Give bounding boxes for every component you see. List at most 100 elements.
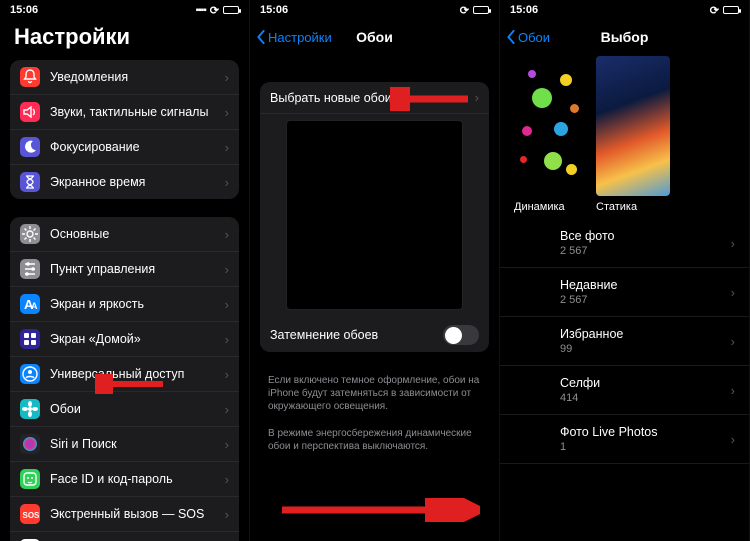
settings-panel: 15:06 ▪▪▪▪ ⟳ Настройки Уведомления›Звуки…	[0, 0, 250, 541]
status-bar: 15:06 ▪▪▪▪ ⟳	[0, 0, 249, 18]
settings-row-accessibility[interactable]: Универсальный доступ ›	[10, 357, 239, 392]
svg-text:SOS: SOS	[23, 511, 41, 520]
wallpaper-categories: Динамика Статика	[500, 56, 749, 219]
chevron-right-icon: ›	[225, 437, 229, 452]
album-label: Селфи	[560, 376, 600, 390]
settings-row-focus[interactable]: Фокусирование ›	[10, 130, 239, 165]
row-label: Фокусирование	[50, 140, 221, 154]
dynamic-card[interactable]: Динамика	[514, 56, 588, 213]
settings-row-notifications[interactable]: Уведомления›	[10, 60, 239, 95]
chevron-right-icon: ›	[225, 507, 229, 522]
album-row-all[interactable]: Все фото2 567›	[500, 219, 749, 268]
still-thumb	[596, 56, 670, 196]
link-icon: ⟳	[460, 4, 469, 17]
page-title: Настройки	[0, 18, 249, 60]
chevron-right-icon: ›	[225, 262, 229, 277]
choose-new-wallpaper[interactable]: Выбрать новые обои ›	[260, 82, 489, 114]
row-label: Siri и Поиск	[50, 437, 221, 451]
row-label: Обои	[50, 402, 221, 416]
chevron-right-icon: ›	[225, 332, 229, 347]
row-label: Уведомления	[50, 70, 221, 84]
row-label: Основные	[50, 227, 221, 241]
link-icon: ⟳	[210, 4, 219, 17]
chevron-right-icon: ›	[225, 402, 229, 417]
album-count: 2 567	[560, 294, 617, 306]
control-center-icon	[20, 259, 40, 279]
still-card[interactable]: Статика	[596, 56, 670, 213]
settings-row-wallpaper[interactable]: Обои ›	[10, 392, 239, 427]
album-label: Избранное	[560, 327, 623, 341]
siri-icon	[20, 434, 40, 454]
row-label: Экран «Домой»	[50, 332, 221, 346]
album-row-live[interactable]: Фото Live Photos 1 ›	[500, 415, 749, 464]
settings-row-general[interactable]: Основные›	[10, 217, 239, 252]
album-count: 99	[560, 343, 623, 355]
album-count: 2 567	[560, 245, 615, 257]
settings-row-sos[interactable]: SOS Экстренный вызов — SOS ›	[10, 497, 239, 532]
album-row-recents[interactable]: Недавние 2 567 ›	[500, 268, 749, 317]
chevron-right-icon: ›	[225, 472, 229, 487]
link-icon: ⟳	[710, 4, 719, 17]
chevron-right-icon: ›	[731, 334, 735, 349]
album-row-selfies[interactable]: Селфи 414 ›	[500, 366, 749, 415]
footnote: Если включено темное оформление, обои на…	[250, 370, 499, 423]
wallpaper-icon	[20, 399, 40, 419]
status-bar: 15:06 ⟳	[500, 0, 749, 18]
row-label: Face ID и код-пароль	[50, 472, 221, 486]
row-label: Пункт управления	[50, 262, 221, 276]
chevron-right-icon: ›	[225, 367, 229, 382]
chevron-right-icon: ›	[731, 285, 735, 300]
album-count: 1	[560, 441, 658, 453]
choose-panel: 15:06 ⟳ Обои Выбор Динамика	[500, 0, 750, 541]
nav-header: Обои Выбор	[500, 18, 749, 56]
row-label: Универсальный доступ	[50, 367, 221, 381]
chevron-right-icon: ›	[475, 90, 479, 105]
album-label: Фото Live Photos	[560, 425, 658, 439]
focus-icon	[20, 137, 40, 157]
settings-group-1: Уведомления›Звуки, тактильные сигналы›Фо…	[10, 60, 239, 199]
chevron-right-icon: ›	[731, 383, 735, 398]
settings-row-faceid[interactable]: Face ID и код-пароль ›	[10, 462, 239, 497]
settings-row-sounds[interactable]: Звуки, тактильные сигналы›	[10, 95, 239, 130]
choose-wallpaper-group: Выбрать новые обои › Затемнение обоев	[260, 82, 489, 352]
dim-toggle[interactable]	[443, 325, 479, 345]
chevron-right-icon: ›	[731, 432, 735, 447]
status-time: 15:06	[10, 4, 38, 16]
row-label: Экстренный вызов — SOS	[50, 507, 221, 521]
chevron-right-icon: ›	[225, 175, 229, 190]
album-label: Недавние	[560, 278, 617, 292]
dynamic-thumb	[514, 56, 588, 196]
battery-icon	[723, 6, 739, 14]
notifications-icon	[20, 67, 40, 87]
faceid-icon	[20, 469, 40, 489]
nav-title: Выбор	[601, 29, 649, 45]
album-row-favorites[interactable]: Избранное 99 ›	[500, 317, 749, 366]
general-icon	[20, 224, 40, 244]
card-caption: Динамика	[514, 201, 588, 213]
accessibility-icon	[20, 364, 40, 384]
back-button[interactable]: Настройки	[256, 18, 332, 56]
album-label: Все фото	[560, 229, 615, 243]
arrow-annotation	[280, 498, 480, 522]
settings-row-display[interactable]: AAЭкран и яркость›	[10, 287, 239, 322]
nav-title: Обои	[356, 29, 393, 45]
sos-icon: SOS	[20, 504, 40, 524]
row-label: Экран и яркость	[50, 297, 221, 311]
settings-row-siri[interactable]: Siri и Поиск ›	[10, 427, 239, 462]
settings-row-screentime[interactable]: Экранное время ›	[10, 165, 239, 199]
svg-text:A: A	[31, 301, 38, 311]
footnote: В режиме энергосбережения динамические о…	[250, 423, 499, 463]
back-button[interactable]: Обои	[506, 18, 550, 56]
settings-row-home[interactable]: Экран «Домой» ›	[10, 322, 239, 357]
battery-icon	[223, 6, 239, 14]
wallpaper-panel: 15:06 ⟳ Настройки Обои Выбрать новые обо…	[250, 0, 500, 541]
settings-row-exposure[interactable]: Уведомления о контакте›	[10, 532, 239, 541]
row-label: Экранное время	[50, 175, 221, 189]
signal-icon: ▪▪▪▪	[196, 5, 206, 16]
status-time: 15:06	[260, 4, 288, 16]
screentime-icon	[20, 172, 40, 192]
chevron-right-icon: ›	[225, 140, 229, 155]
nav-header: Настройки Обои	[250, 18, 499, 56]
settings-row-control-center[interactable]: Пункт управления ›	[10, 252, 239, 287]
album-count: 414	[560, 392, 600, 404]
